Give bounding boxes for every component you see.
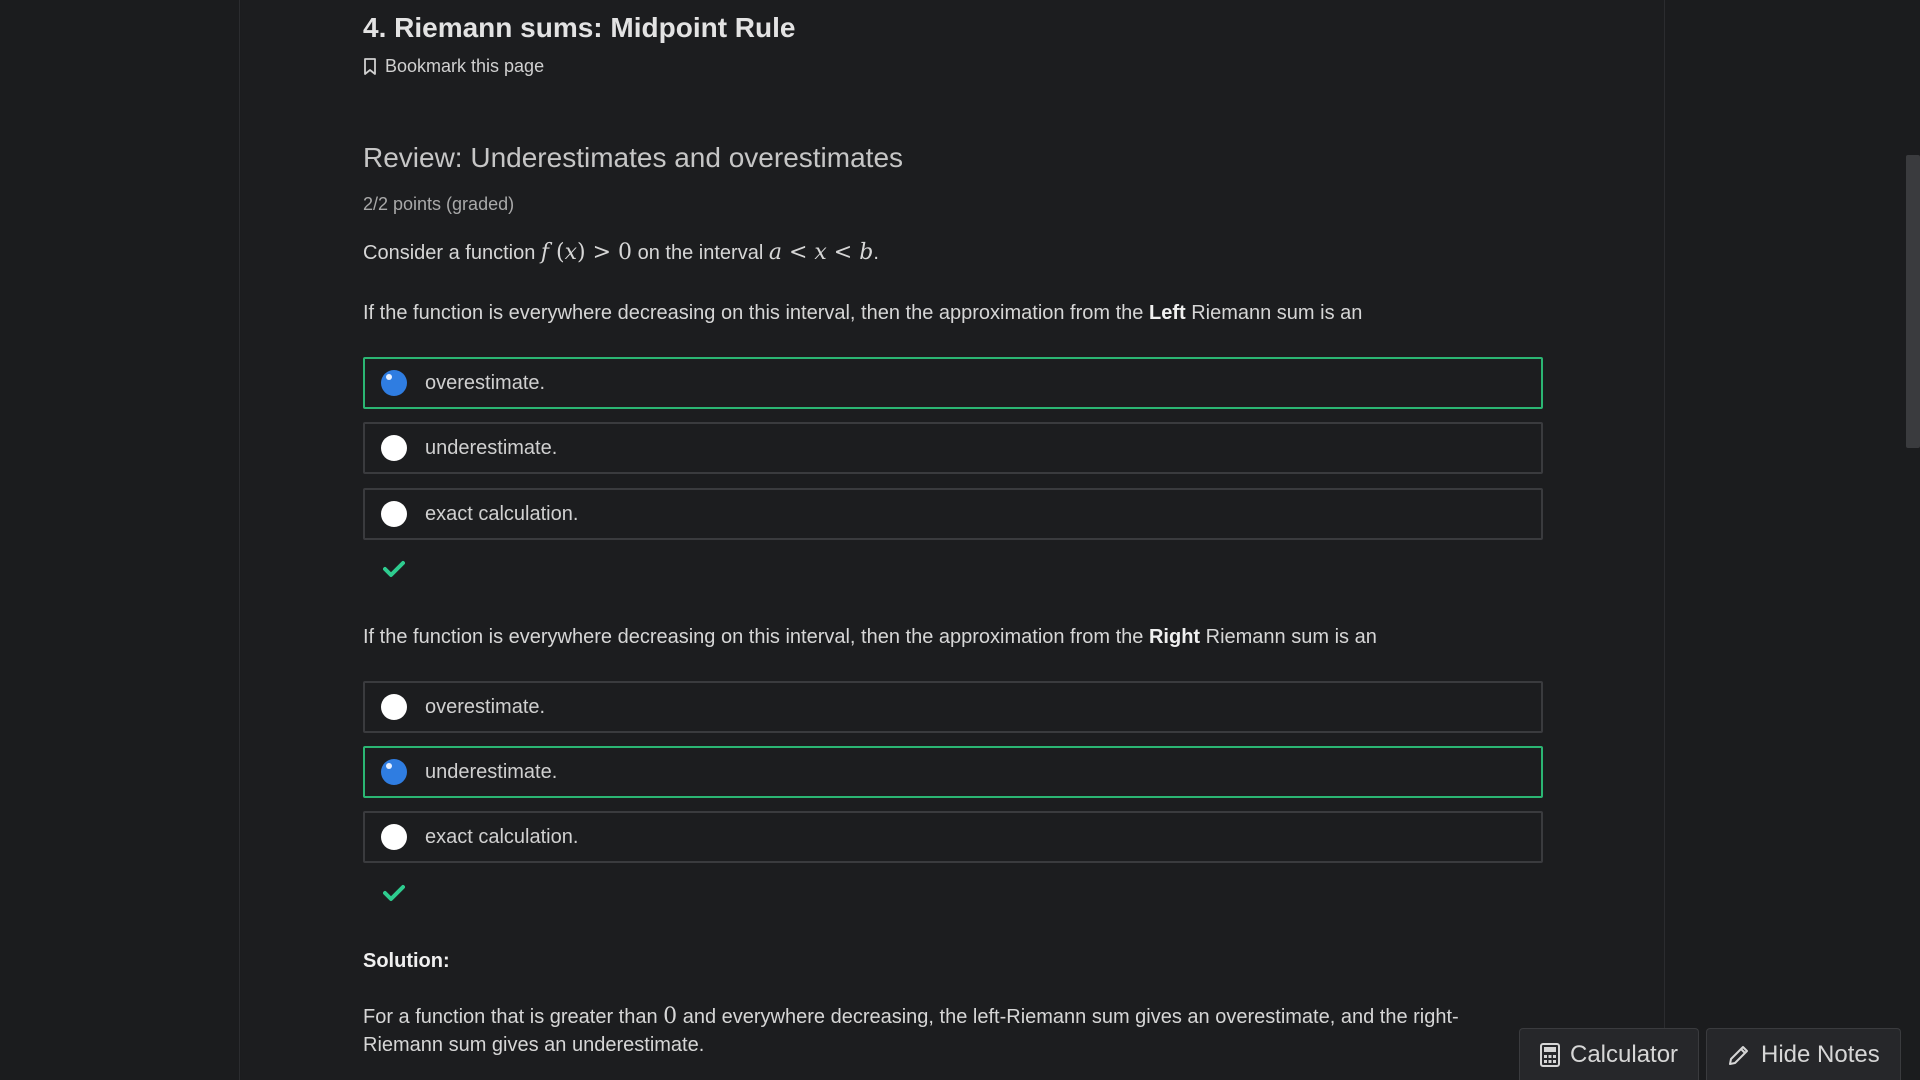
hide-notes-label: Hide Notes	[1761, 1040, 1880, 1068]
option-label: overestimate.	[425, 695, 546, 718]
check-icon	[383, 885, 405, 901]
left-rail	[0, 0, 240, 1080]
radio-button-selected[interactable]	[381, 759, 407, 785]
question-1-prompt: If the function is everywhere decreasing…	[363, 302, 1362, 325]
math-function-inequality: f (x) > 0	[541, 240, 632, 265]
q1-option-exact[interactable]: exact calculation.	[363, 488, 1543, 540]
radio-button[interactable]	[381, 694, 407, 720]
math-paren-open: (	[549, 240, 565, 265]
math-x: x	[564, 240, 578, 265]
pencil-icon	[1729, 1045, 1748, 1065]
radio-button[interactable]	[381, 435, 407, 461]
radio-button[interactable]	[381, 501, 407, 527]
q2-prompt-prefix: If the function is everywhere decreasing…	[363, 626, 1149, 648]
q1-option-overestimate[interactable]: overestimate.	[363, 357, 1543, 409]
math-interval: a < x < b	[769, 240, 873, 265]
intro-mid: on the interval	[637, 242, 764, 264]
page-title: 4. Riemann sums: Midpoint Rule	[363, 12, 796, 43]
question-2-prompt: If the function is everywhere decreasing…	[363, 626, 1377, 649]
q1-option-underestimate[interactable]: underestimate.	[363, 422, 1543, 474]
option-label: exact calculation.	[425, 825, 579, 848]
q2-option-exact[interactable]: exact calculation.	[363, 811, 1543, 863]
math-gt-zero: > 0	[592, 240, 633, 265]
q1-prompt-suffix: Riemann sum is an	[1185, 302, 1363, 324]
solution-line2: Riemann sum gives an underestimate.	[363, 1034, 705, 1056]
math-a: a	[768, 240, 782, 265]
solution-line1: and everywhere decreasing, the left-Riem…	[677, 1006, 1459, 1028]
q2-prompt-bold: Right	[1148, 626, 1201, 648]
math-lt-2: <	[826, 240, 860, 265]
intro-prefix: Consider a function	[363, 242, 536, 264]
scrollbar[interactable]	[1904, 0, 1920, 1080]
bookmark-label: Bookmark this page	[385, 56, 545, 76]
intro-suffix: .	[873, 242, 879, 264]
main-content: 4. Riemann sums: Midpoint Rule Bookmark …	[241, 0, 1665, 1080]
option-label: overestimate.	[425, 371, 546, 394]
calculator-icon	[1540, 1042, 1560, 1067]
option-label: exact calculation.	[425, 502, 579, 525]
points-status: 2/2 points (graded)	[363, 194, 515, 214]
q2-prompt-suffix: Riemann sum is an	[1200, 626, 1377, 648]
q2-option-overestimate[interactable]: overestimate.	[363, 681, 1543, 733]
calculator-label: Calculator	[1570, 1040, 1679, 1068]
scrollbar-thumb[interactable]	[1906, 155, 1920, 448]
math-paren-close: )	[577, 240, 593, 265]
math-b: b	[859, 240, 874, 265]
option-label: underestimate.	[425, 760, 558, 783]
math-f: f	[540, 240, 550, 265]
hide-notes-button[interactable]: Hide Notes	[1706, 1028, 1901, 1080]
math-x-2: x	[814, 240, 827, 265]
problem-intro: Consider a function f (x) > 0 on the int…	[363, 240, 879, 265]
bookmark-button[interactable]: Bookmark this page	[363, 56, 544, 77]
radio-button[interactable]	[381, 824, 407, 850]
radio-button-selected[interactable]	[381, 370, 407, 396]
solution-math-zero: 0	[663, 1004, 678, 1029]
math-lt-1: <	[781, 240, 815, 265]
problem-title: Review: Underestimates and overestimates	[363, 142, 904, 173]
option-label: underestimate.	[425, 436, 558, 459]
calculator-button[interactable]: Calculator	[1519, 1028, 1700, 1080]
solution-text: For a function that is greater than 0 an…	[363, 1003, 1543, 1059]
bookmark-icon	[364, 57, 376, 75]
q1-prompt-prefix: If the function is everywhere decreasing…	[363, 302, 1149, 324]
q2-option-underestimate[interactable]: underestimate.	[363, 746, 1543, 798]
solution-prefix: For a function that is greater than	[363, 1006, 664, 1028]
q1-prompt-bold: Left	[1148, 302, 1186, 324]
check-icon	[383, 561, 405, 577]
solution-heading: Solution:	[363, 950, 450, 972]
